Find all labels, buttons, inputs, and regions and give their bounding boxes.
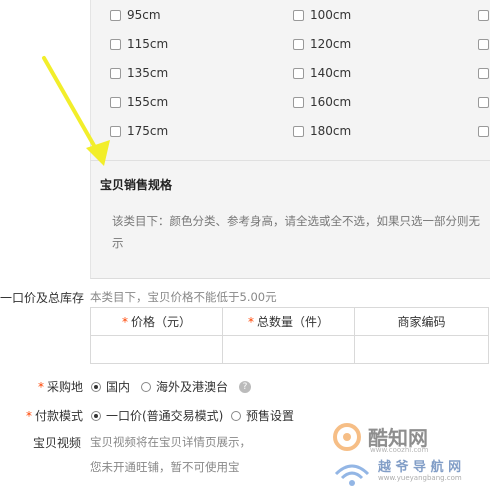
- size-option[interactable]: 180cm: [293, 124, 351, 138]
- checkbox[interactable]: [478, 68, 489, 79]
- size-option[interactable]: 140cm: [293, 66, 351, 80]
- checkbox[interactable]: [293, 96, 304, 108]
- size-option[interactable]: 160cm: [293, 95, 351, 109]
- payment-option-fixed[interactable]: 一口价(普通交易模式): [91, 407, 223, 424]
- size-option-label: 155cm: [127, 95, 169, 109]
- spec-hint-line2: 示: [112, 236, 124, 250]
- help-icon[interactable]: ?: [239, 380, 252, 393]
- radio-selected[interactable]: [91, 410, 101, 421]
- size-option-label: 175cm: [127, 124, 169, 138]
- payment-option-presale-label: 预售设置: [246, 409, 295, 423]
- size-option[interactable]: 100cm: [293, 8, 351, 22]
- watermark: 酷知网 www.coozhi.com 越 爷 导 航 网 www.yueyang…: [330, 418, 490, 490]
- panel-divider: [90, 160, 490, 161]
- size-option-label: 100cm: [310, 8, 352, 22]
- radio-unselected[interactable]: [141, 381, 151, 392]
- checkbox[interactable]: [478, 97, 489, 108]
- section-title: 宝贝销售规格: [100, 178, 173, 192]
- quantity-input-cell[interactable]: [222, 335, 355, 364]
- size-option-label: 140cm: [310, 66, 352, 80]
- payment-label-text: 付款模式: [35, 409, 84, 423]
- payment-label: * 付款模式: [26, 409, 84, 423]
- watermark-text2: www.coozhi.com: [370, 446, 429, 454]
- price-table-header: * 价格（元） * 总数量（件） 商家编码: [90, 307, 489, 336]
- price-table: * 价格（元） * 总数量（件） 商家编码: [90, 307, 489, 364]
- size-option-label: 135cm: [127, 66, 169, 80]
- spec-hint: 该类目下：颜色分类、参考身高，请全选或全不选，如果只选一部分则无 示: [112, 210, 488, 250]
- price-header: * 价格（元）: [90, 307, 223, 336]
- origin-option-domestic-label: 国内: [106, 380, 131, 394]
- size-option-label: 115cm: [127, 37, 169, 51]
- origin-label: * 采购地: [38, 380, 84, 394]
- price-input-cell[interactable]: [90, 335, 223, 364]
- checkbox[interactable]: [293, 38, 304, 50]
- size-option[interactable]: 135cm: [110, 66, 168, 80]
- checkbox[interactable]: [110, 38, 121, 50]
- size-option[interactable]: 120cm: [293, 37, 351, 51]
- size-option[interactable]: 175cm: [110, 124, 168, 138]
- watermark-text4: www.yueyangbang.com: [378, 474, 462, 482]
- origin-option-domestic[interactable]: 国内: [91, 378, 130, 395]
- size-option-label: 160cm: [310, 95, 352, 109]
- size-option[interactable]: 155cm: [110, 95, 168, 109]
- video-note-line1: 宝贝视频将在宝贝详情页展示，: [90, 435, 251, 449]
- size-option[interactable]: 115cm: [110, 37, 168, 51]
- watermark-wifi-icon: [334, 464, 370, 486]
- spec-hint-line1: 该类目下：颜色分类、参考身高，请全选或全不选，如果只选一部分则无: [112, 214, 480, 228]
- checkbox[interactable]: [478, 126, 489, 137]
- quantity-header-text: 总数量（件）: [256, 315, 329, 329]
- checkbox[interactable]: [478, 10, 489, 21]
- checkbox[interactable]: [293, 9, 304, 21]
- video-label: 宝贝视频: [33, 436, 82, 450]
- watermark-text3: 越 爷 导 航 网: [378, 460, 462, 475]
- origin-option-overseas[interactable]: 海外及港澳台 ?: [141, 378, 252, 395]
- radio-selected[interactable]: [91, 381, 101, 392]
- price-table-row: [90, 335, 489, 364]
- radio-unselected[interactable]: [231, 410, 241, 421]
- size-option[interactable]: 95cm: [110, 8, 161, 22]
- size-option-label: 180cm: [310, 124, 352, 138]
- checkbox[interactable]: [110, 9, 121, 21]
- video-note-line2: 您未开通旺铺，暂不可使用宝: [90, 460, 240, 474]
- checkbox[interactable]: [293, 125, 304, 137]
- price-header-text: 价格（元）: [130, 315, 191, 329]
- annotation-arrow-icon: [42, 56, 110, 166]
- price-label: 一口价及总库存: [0, 291, 85, 305]
- size-option-label: 120cm: [310, 37, 352, 51]
- size-option-label: 95cm: [127, 8, 161, 22]
- quantity-header: * 总数量（件）: [222, 307, 355, 336]
- merchant-code-header: 商家编码: [354, 307, 489, 336]
- merchant-code-input-cell[interactable]: [354, 335, 489, 364]
- origin-option-overseas-label: 海外及港澳台: [156, 380, 229, 394]
- price-note: 本类目下，宝贝价格不能低于5.00元: [90, 290, 277, 304]
- checkbox[interactable]: [478, 39, 489, 50]
- payment-option-fixed-label: 一口价(普通交易模式): [106, 409, 224, 423]
- origin-label-text: 采购地: [47, 380, 84, 394]
- payment-option-presale[interactable]: 预售设置: [231, 407, 294, 424]
- checkbox[interactable]: [293, 67, 304, 79]
